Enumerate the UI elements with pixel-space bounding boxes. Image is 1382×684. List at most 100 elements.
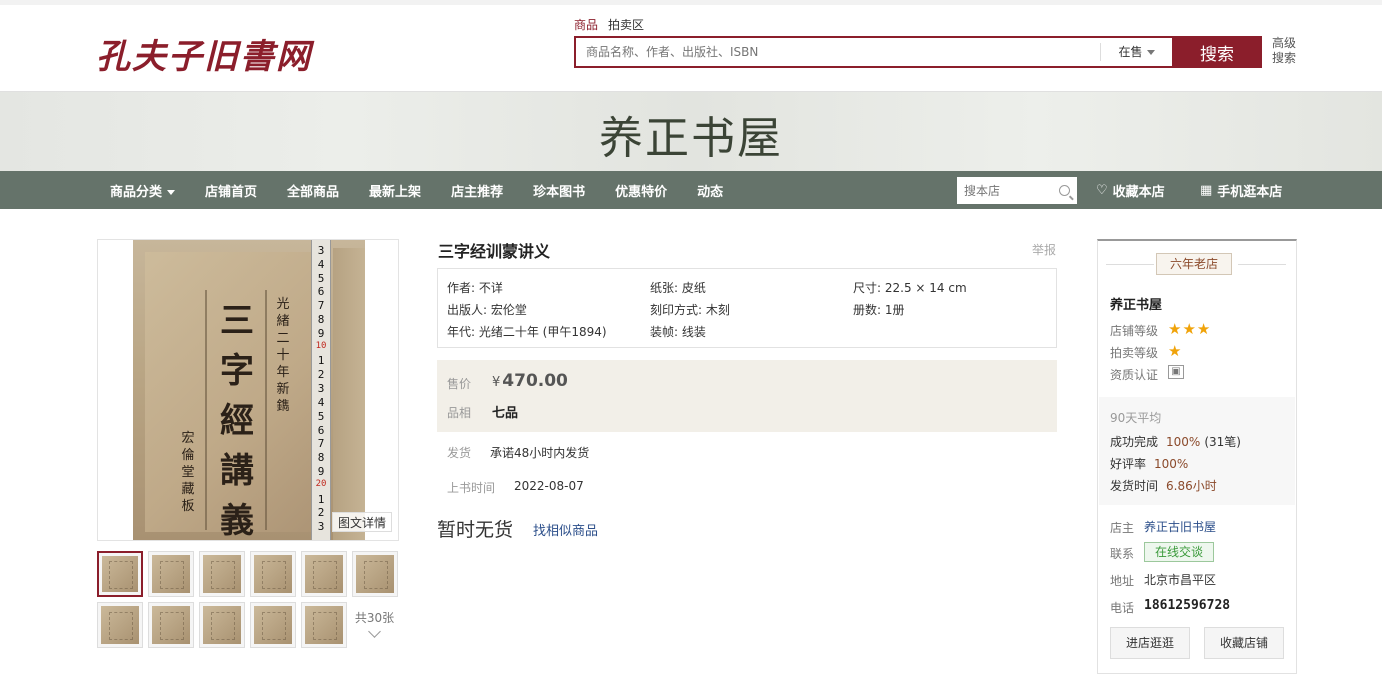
mobile-shop-link[interactable]: ▦ 手机逛本店 [1200,171,1282,209]
stat-value: 6.86小时 [1166,479,1217,493]
nav-item-label: 商品分类 [110,184,163,200]
ruler-number: 5 [317,409,325,423]
nav-item-new-arrivals[interactable]: 最新上架 [369,181,421,200]
nav-item-updates[interactable]: 动态 [697,181,723,200]
enter-shop-button[interactable]: 进店逛逛 [1110,627,1190,659]
book-photo: 三字經講義 光緒二十年新鐫 宏倫堂藏板 3 4 5 6 7 8 9 10 1 2 3 4 5 6 7 8 9 20… [133,240,365,540]
nav-item-shop-home[interactable]: 店铺首页 [205,181,257,200]
thumbnail[interactable] [97,602,143,648]
cover-rule-line [205,290,207,530]
listed-label: 上书时间 [447,481,496,495]
certificate-icon[interactable]: ▣ [1168,365,1184,379]
report-link[interactable]: 举报 [1032,241,1056,258]
search-icon[interactable] [1059,185,1070,196]
stat-ship-time: 发货时间 6.86小时 [1110,477,1217,494]
online-chat-button[interactable]: 在线交谈 [1144,542,1214,562]
address-value: 北京市昌平区 [1144,573,1217,587]
thumbnail[interactable] [199,602,245,648]
thumbnail[interactable] [97,551,143,597]
search-tab-goods[interactable]: 商品 [574,16,598,33]
thumbnail-count: 共30张 [354,611,395,625]
stat-value: 100% [1166,435,1201,449]
ruler-number: 2 [317,506,325,520]
nav-item-all-goods[interactable]: 全部商品 [287,181,339,200]
ruler-number: 20 [315,478,327,489]
thumbnail[interactable] [250,602,296,648]
ruler-number: 5 [317,271,325,285]
star-icon: ★★★ [1168,320,1212,338]
cover-side-text-2: 宏倫堂藏板 [181,431,195,514]
main-product-image[interactable]: 三字經講義 光緒二十年新鐫 宏倫堂藏板 3 4 5 6 7 8 9 10 1 2 3 4 5 6 7 8 9 20… [97,239,399,541]
cover-rule-line [265,290,267,530]
find-similar-link[interactable]: 找相似商品 [533,520,598,539]
nav-item-owner-picks[interactable]: 店主推荐 [451,181,503,200]
thumbnail[interactable] [199,551,245,597]
favorite-shop-button[interactable]: 收藏店铺 [1204,627,1284,659]
chevron-down-icon[interactable] [368,625,381,638]
detail-badge-button[interactable]: 图文详情 [332,512,392,532]
stat-rating: 好评率 100% [1110,455,1188,472]
ruler-number: 1 [317,492,325,506]
search-tab-auction[interactable]: 拍卖区 [608,16,644,33]
search-box: 在售 搜索 [574,36,1262,68]
thumbnail[interactable] [352,551,398,597]
ruler-number: 7 [317,299,325,313]
listed-date: 2022-08-07 [514,479,584,493]
advanced-search-link[interactable]: 高级搜索 [1272,36,1302,66]
stat-label: 好评率 [1110,457,1147,471]
cover-title-text: 三字經講義 [220,301,254,540]
site-logo[interactable]: 孔夫子旧書网 [96,29,312,78]
caret-down-icon [167,189,176,195]
qrcode-icon: ▦ [1200,182,1213,198]
ruler-number: 2 [317,368,325,382]
caret-down-icon [1146,50,1155,55]
divider [1106,264,1154,265]
owner-link[interactable]: 养正古旧书屋 [1144,518,1216,535]
nav-item-categories[interactable]: 商品分类 [110,181,176,200]
nav-item-specials[interactable]: 优惠特价 [615,181,667,200]
ruler-number: 9 [317,464,325,478]
nav-item-rare-books[interactable]: 珍本图书 [533,181,585,200]
favorite-shop-label: 收藏本店 [1112,184,1165,200]
thumbnail[interactable] [250,551,296,597]
thumbnail[interactable] [148,551,194,597]
stat-count: (31笔) [1204,435,1241,449]
thumbnail[interactable] [301,602,347,648]
price-label: 售价 [447,377,472,391]
shipping-value: 承诺48小时内发货 [490,446,590,460]
shop-level-label: 店铺等级 [1110,324,1159,338]
ruler-number: 1 [317,354,325,368]
search-button[interactable]: 搜索 [1172,36,1262,68]
condition-value: 七品 [492,406,519,421]
heart-icon: ♡ [1096,182,1108,198]
address-label: 地址 [1110,574,1135,588]
attr-binding: 装帧: 线装 [650,325,706,339]
auction-level-label: 拍卖等级 [1110,346,1159,360]
stat-label: 成功完成 [1110,435,1159,449]
measuring-ruler: 3 4 5 6 7 8 9 10 1 2 3 4 5 6 7 8 9 20 1 2 3 [311,240,331,540]
ruler-number: 3 [317,382,325,396]
thumbnail[interactable] [301,551,347,597]
ruler-number: 4 [317,395,325,409]
price-amount: 470.00 [502,371,568,391]
cert-label: 资质认证 [1110,368,1159,382]
stats-head: 90天平均 [1110,411,1162,425]
ruler-number: 3 [317,244,325,257]
book-second-copy [333,248,365,540]
ruler-number: 3 [317,520,325,534]
contact-label: 联系 [1110,547,1135,561]
favorite-shop-link[interactable]: ♡ 收藏本店 [1096,171,1165,209]
shop-name[interactable]: 养正书屋 [1110,294,1162,313]
shop-search-input[interactable] [958,178,1050,203]
thumbnail[interactable] [148,602,194,648]
price-value: ¥470.00 [492,371,568,391]
divider [1238,264,1286,265]
site-header: 孔夫子旧書网 商品 拍卖区 在售 搜索 高级搜索 [0,5,1382,91]
search-status-dropdown[interactable]: 在售 [1100,43,1172,61]
attr-publisher: 出版人: 宏伦堂 [447,303,527,317]
ruler-number: 4 [317,257,325,271]
attr-era: 年代: 光绪二十年 (甲午1894) [447,325,607,339]
search-input[interactable] [576,38,1100,66]
stat-completion: 成功完成 100% (31笔) [1110,433,1241,450]
shop-search [957,177,1077,204]
